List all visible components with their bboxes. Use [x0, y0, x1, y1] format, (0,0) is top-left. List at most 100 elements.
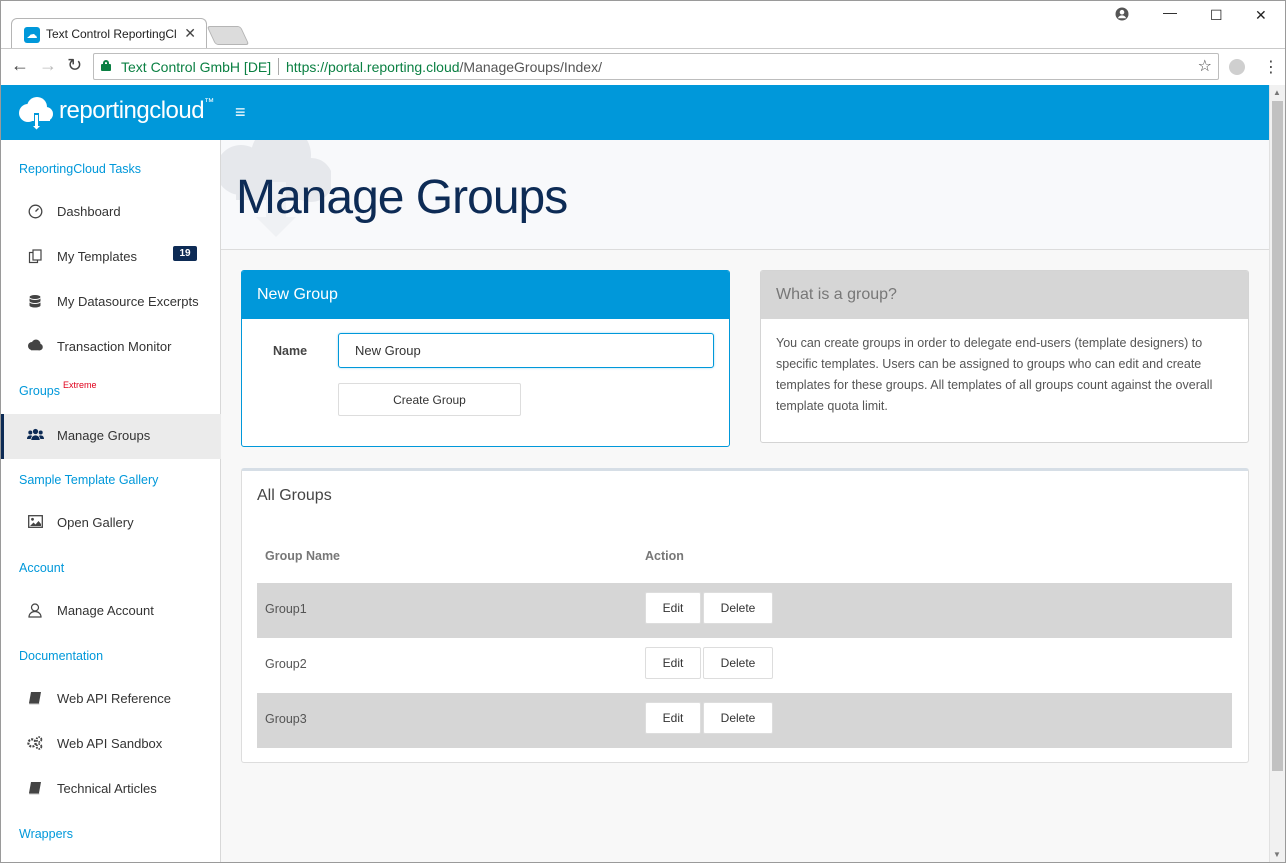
logo-text[interactable]: reportingcloud™: [59, 97, 214, 125]
sidebar-item-transaction-monitor[interactable]: Transaction Monitor: [1, 325, 221, 370]
back-icon[interactable]: ←: [11, 55, 29, 76]
sidebar-item-label: Dashboard: [57, 204, 121, 219]
sidebar-item-label: Web API Sandbox: [57, 736, 163, 751]
templates-count-badge: 19: [173, 246, 197, 261]
tab-title: Text Control ReportingCl: [46, 27, 177, 41]
extension-icon[interactable]: [1229, 59, 1245, 75]
group-name-input[interactable]: [338, 333, 714, 368]
sidebar-item-label: Open Gallery: [57, 515, 134, 530]
new-group-panel: New Group Name Create Group: [241, 270, 730, 447]
scroll-thumb[interactable]: [1272, 101, 1283, 771]
database-icon: [27, 294, 43, 310]
browser-tab[interactable]: ☁ Text Control ReportingCl ✕: [11, 18, 207, 49]
new-tab-button[interactable]: [206, 26, 250, 45]
all-groups-panel: All Groups Group Name Action Group1 Edit…: [241, 468, 1249, 763]
logo-trademark: ™: [204, 97, 214, 108]
sidebar-item-manage-account[interactable]: Manage Account: [1, 589, 221, 634]
col-action: Action: [645, 549, 684, 563]
sidebar-item-web-api-reference[interactable]: Web API Reference: [1, 677, 221, 722]
logo-wordmark: reportingcloud: [59, 97, 205, 124]
sidebar-item-label: Transaction Monitor: [57, 339, 172, 354]
sidebar-section-wrappers: Wrappers: [19, 827, 73, 841]
name-label: Name: [273, 344, 308, 358]
what-is-group-panel: What is a group? You can create groups i…: [760, 270, 1249, 443]
sidebar-item-label: My Datasource Excerpts: [57, 294, 199, 309]
sidebar-item-label: Manage Groups: [57, 428, 151, 443]
group-name-cell: Group1: [265, 602, 307, 616]
group-name-cell: Group2: [265, 657, 307, 671]
what-is-group-heading: What is a group?: [761, 271, 1248, 319]
gears-icon: [27, 736, 43, 752]
sidebar-item-my-templates[interactable]: My Templates 19: [1, 235, 221, 280]
tab-favicon-icon: ☁: [24, 27, 40, 43]
book-icon: [27, 781, 43, 797]
main-content: Manage Groups New Group Name Create Grou…: [221, 140, 1269, 863]
bookmark-star-icon[interactable]: ☆: [1198, 56, 1212, 76]
sidebar-item-datasource-excerpts[interactable]: My Datasource Excerpts: [1, 280, 221, 325]
sidebar-item-open-gallery[interactable]: Open Gallery: [1, 501, 221, 546]
scroll-up-icon[interactable]: ▲: [1273, 88, 1281, 97]
table-row: Group1 Edit Delete: [257, 583, 1232, 638]
hamburger-menu-icon[interactable]: ≡: [235, 102, 246, 123]
user-outline-icon: [27, 603, 43, 619]
all-groups-heading: All Groups: [257, 487, 332, 504]
extreme-badge: Extreme: [63, 380, 97, 390]
app-header: reportingcloud™ ≡: [1, 85, 1269, 140]
lock-icon: [101, 60, 111, 71]
site-org: Text Control GmbH [DE]: [121, 59, 272, 75]
col-group-name: Group Name: [265, 549, 341, 563]
edit-group-button[interactable]: Edit: [645, 702, 701, 734]
sidebar-item-technical-articles[interactable]: Technical Articles: [1, 767, 221, 812]
sidebar-section-account: Account: [19, 561, 65, 575]
sidebar-item-label: Technical Articles: [57, 781, 157, 796]
what-is-group-text: You can create groups in order to delega…: [776, 336, 1213, 413]
new-group-heading: New Group: [242, 271, 729, 319]
edit-group-button[interactable]: Edit: [645, 647, 701, 679]
book-icon: [27, 691, 43, 707]
sidebar-item-web-api-sandbox[interactable]: Web API Sandbox: [1, 722, 221, 767]
group-name-cell: Group3: [265, 712, 307, 726]
page-hero: Manage Groups: [221, 140, 1269, 250]
sidebar-item-label: Web API Reference: [57, 691, 171, 706]
address-bar[interactable]: Text Control GmbH [DE] https://portal.re…: [93, 53, 1219, 80]
page-scrollbar[interactable]: ▲ ▼: [1269, 85, 1285, 863]
sidebar: ReportingCloud Tasks Dashboard My Templa…: [1, 140, 221, 863]
groups-table-header: Group Name Action: [257, 549, 1232, 569]
delete-group-button[interactable]: Delete: [703, 647, 773, 679]
browser-tabstrip: ☁ Text Control ReportingCl ✕ — ☐ ✕: [0, 0, 1286, 49]
edit-group-button[interactable]: Edit: [645, 592, 701, 624]
table-row: Group2 Edit Delete: [257, 638, 1232, 693]
sidebar-item-label: Manage Account: [57, 603, 154, 618]
maximize-icon[interactable]: ☐: [1210, 7, 1223, 24]
image-icon: [27, 515, 43, 531]
minimize-icon[interactable]: —: [1163, 4, 1177, 20]
page-title: Manage Groups: [236, 171, 568, 224]
delete-group-button[interactable]: Delete: [703, 702, 773, 734]
sidebar-section-gallery: Sample Template Gallery: [19, 473, 159, 487]
url-text[interactable]: https://portal.reporting.cloud/ManageGro…: [286, 59, 602, 75]
browser-menu-icon[interactable]: ⋮: [1263, 57, 1279, 77]
create-group-button[interactable]: Create Group: [338, 383, 521, 416]
browser-toolbar: ← → ↻ Text Control GmbH [DE] https://por…: [0, 48, 1286, 85]
omnibox-separator: [278, 58, 279, 75]
templates-copy-icon: [27, 249, 43, 265]
sidebar-section-groups: Groups Extreme: [19, 380, 97, 398]
forward-icon[interactable]: →: [39, 55, 57, 76]
scroll-down-icon[interactable]: ▼: [1273, 850, 1281, 859]
profile-icon[interactable]: [1115, 7, 1129, 24]
dashboard-gauge-icon: [27, 204, 43, 220]
logo-cloud-icon[interactable]: [15, 95, 55, 131]
sidebar-section-tasks: ReportingCloud Tasks: [19, 162, 142, 176]
sidebar-item-dashboard[interactable]: Dashboard: [1, 190, 221, 235]
url-host: https://portal.reporting.cloud: [286, 59, 460, 75]
sidebar-item-label: My Templates: [57, 249, 137, 264]
tab-close-icon[interactable]: ✕: [184, 25, 196, 42]
close-window-icon[interactable]: ✕: [1255, 7, 1267, 24]
url-path: /ManageGroups/Index/: [459, 59, 602, 75]
sidebar-item-manage-groups[interactable]: Manage Groups: [1, 414, 221, 459]
reload-icon[interactable]: ↻: [67, 55, 82, 76]
cloud-icon: [27, 339, 43, 355]
delete-group-button[interactable]: Delete: [703, 592, 773, 624]
sidebar-section-documentation: Documentation: [19, 649, 104, 663]
users-group-icon: [27, 428, 44, 444]
